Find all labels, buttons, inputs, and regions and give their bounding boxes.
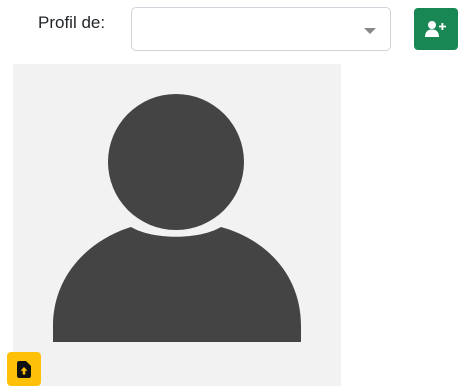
chevron-down-icon bbox=[364, 28, 376, 34]
profile-page: Profil de: bbox=[0, 0, 460, 389]
upload-photo-button[interactable] bbox=[7, 352, 41, 386]
file-upload-icon bbox=[17, 360, 31, 378]
avatar bbox=[13, 64, 341, 386]
profile-label: Profil de: bbox=[38, 13, 106, 32]
user-plus-icon bbox=[425, 21, 446, 37]
add-user-button[interactable] bbox=[414, 8, 458, 50]
profile-select[interactable] bbox=[131, 7, 391, 51]
user-silhouette-icon bbox=[53, 94, 301, 342]
